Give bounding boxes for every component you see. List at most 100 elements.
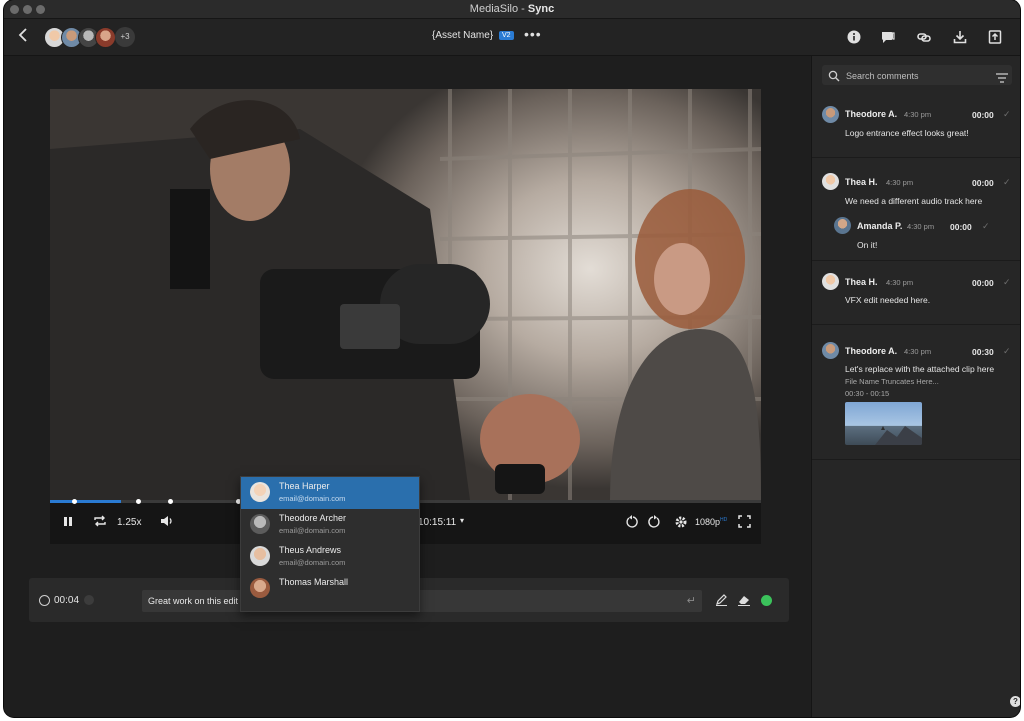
comment-time: 4:30 pm [904,347,932,356]
mention-email: email@domain.com [279,526,346,535]
section-name: Sync [527,3,555,15]
resolve-check-icon[interactable]: ✓ [1003,177,1011,188]
resolve-check-icon[interactable]: ✓ [1003,277,1011,288]
chat-icon[interactable] [880,29,896,45]
resolve-check-icon[interactable]: ✓ [1003,109,1011,120]
pen-icon[interactable] [715,593,728,611]
comment-item[interactable]: Thea H. 4:30 pm 00:00 ✓ We need a differ… [812,158,1020,261]
comment-item[interactable]: Theodore A. 4:30 pm 00:30 ✓ Let's replac… [812,325,1020,460]
quality-label: 1080p [695,517,721,527]
download-icon[interactable] [952,29,968,45]
filter-icon[interactable] [996,70,1008,88]
comment-marker[interactable] [72,499,77,504]
comment-marker[interactable] [168,499,173,504]
mention-name: Thea Harper [279,481,330,491]
avatar [834,217,851,234]
timestamp-toggle[interactable] [84,595,94,605]
rewind-icon[interactable] [625,515,639,532]
help-icon[interactable]: ? [1010,696,1020,707]
video-frame[interactable] [50,89,761,500]
mention-option[interactable]: Thomas Marshall [241,573,419,605]
comment-item[interactable]: Theodore A. 4:30 pm 00:00 ✓ Logo entranc… [812,94,1020,158]
upload-icon[interactable] [987,29,1003,45]
mention-name: Theodore Archer [279,513,347,523]
avatar [250,482,270,502]
playback-speed[interactable]: 1.25x [117,517,141,528]
app-window: MediaSilo - Sync +3 {Asset Name} V2 ••• [4,0,1020,717]
mention-name: Theus Andrews [279,545,342,555]
comment-time: 4:30 pm [886,278,914,287]
comment-timestamp[interactable]: 00:00 [972,110,994,120]
avatar [250,514,270,534]
timecode[interactable]: 10:15:11 [418,517,456,528]
comment-marker[interactable] [136,499,141,504]
mention-option[interactable]: Theodore Archer email@domain.com [241,509,419,541]
progress-fill [50,500,122,503]
mention-option[interactable]: Theus Andrews email@domain.com [241,541,419,573]
comment-time: 4:30 pm [904,110,932,119]
attachment-thumbnail[interactable] [845,402,922,445]
app-name: MediaSilo [469,3,519,15]
extra-viewers-count[interactable]: +3 [115,27,135,47]
window-title: MediaSilo - Sync [4,3,1020,15]
title-separator: - [518,3,528,15]
reply-timestamp[interactable]: 00:00 [950,222,972,232]
avatar [822,273,839,290]
comment-time: 4:30 pm [886,178,914,187]
mention-email: email@domain.com [279,494,346,503]
loop-icon[interactable] [93,515,107,530]
avatar [822,342,839,359]
comment-item[interactable]: Thea H. 4:30 pm 00:00 ✓ VFX edit needed … [812,261,1020,325]
title-bar: MediaSilo - Sync [4,0,1020,19]
comment-timestamp[interactable]: 00:00 [972,178,994,188]
link-icon[interactable] [916,29,932,45]
player-stage: 1.25x 10:15:11 ▾ 1080pHD 00:04 Great wor… [4,56,810,717]
search-input[interactable] [844,65,988,87]
viewer-avatar[interactable] [95,27,116,48]
asset-name-title[interactable]: {Asset Name} [432,30,493,41]
version-badge[interactable]: V2 [499,31,514,40]
attachment-name[interactable]: File Name Truncates Here... [845,377,939,386]
eraser-icon[interactable] [737,593,751,611]
quality-selector[interactable]: 1080pHD [695,517,727,527]
comment-timestamp[interactable]: 00:00 [972,278,994,288]
more-options-icon[interactable]: ••• [524,26,542,42]
avatar [250,546,270,566]
comment-text: VFX edit needed here. [845,295,931,305]
comment-timestamp[interactable]: 00:30 [972,347,994,357]
reply-time: 4:30 pm [907,222,935,231]
back-icon[interactable] [18,27,28,46]
reply-author: Amanda P. [857,221,903,231]
mention-email: email@domain.com [279,558,346,567]
attachment-range: 00:30 - 00:15 [845,389,890,398]
comment-author: Thea H. [845,277,878,287]
info-icon[interactable] [846,29,862,45]
comment-author: Theodore A. [845,346,898,356]
comment-text: Logo entrance effect looks great! [845,128,969,138]
timecode-chevron-down-icon[interactable]: ▾ [460,516,464,525]
top-toolbar: +3 {Asset Name} V2 ••• [4,19,1020,56]
comment-author: Thea H. [845,177,878,187]
comment-text: We need a different audio track here [845,196,983,206]
forward-icon[interactable] [647,515,661,532]
mention-name: Thomas Marshall [279,577,349,587]
quality-sub-label: HD [720,517,728,523]
avatar [822,173,839,190]
comment-timestamp[interactable]: 00:04 [54,595,79,606]
settings-gear-icon[interactable] [674,515,688,532]
volume-icon[interactable] [160,515,174,530]
resolve-check-icon[interactable]: ✓ [982,221,990,232]
comment-text: Let's replace with the attached clip her… [845,364,995,374]
draw-color-swatch[interactable] [761,595,772,606]
resolve-check-icon[interactable]: ✓ [1003,346,1011,357]
fullscreen-icon[interactable] [738,515,751,531]
comment-input-wrapper: ↵ [142,590,702,612]
enter-icon[interactable]: ↵ [687,594,696,607]
avatar [822,106,839,123]
clock-icon[interactable] [39,595,50,606]
comments-panel: Theodore A. 4:30 pm 00:00 ✓ Logo entranc… [811,56,1020,717]
pause-icon[interactable] [63,516,73,530]
reply-text: On it! [857,240,878,250]
mention-option[interactable]: Thea Harper email@domain.com [241,477,419,509]
comment-search [822,65,1012,88]
